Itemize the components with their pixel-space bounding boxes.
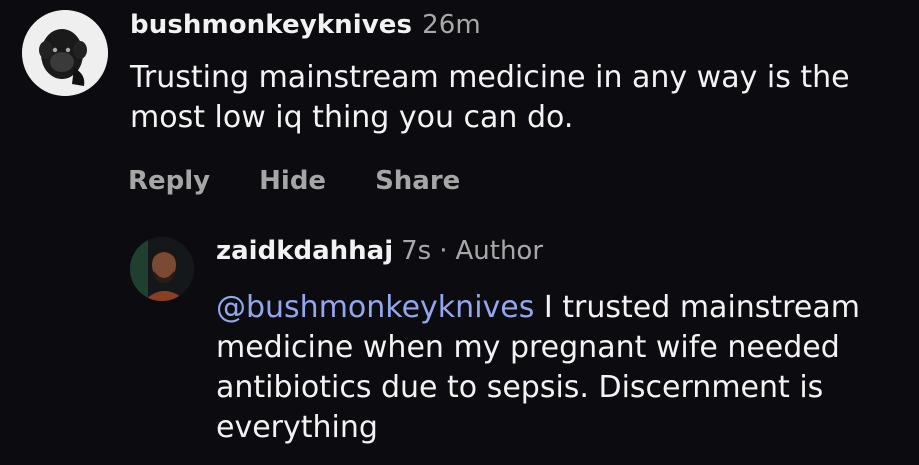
comment-header: zaidkdahhaj 7s · Author <box>216 236 543 266</box>
meta-separator: · <box>439 236 448 266</box>
comment-text: @bushmonkeyknives I trusted mainstream m… <box>216 288 896 448</box>
comment-meta: 7s · Author <box>401 236 543 266</box>
user-photo-icon <box>130 237 194 301</box>
author-badge: Author <box>455 236 544 266</box>
mention-link[interactable]: @bushmonkeyknives <box>216 290 534 325</box>
timestamp: 7s <box>401 236 432 266</box>
username[interactable]: zaidkdahhaj <box>216 236 393 266</box>
reply-zaidkdahhaj: zaidkdahhaj 7s · Author @bushmonkeyknives I… <box>0 0 919 465</box>
avatar[interactable] <box>130 237 194 301</box>
